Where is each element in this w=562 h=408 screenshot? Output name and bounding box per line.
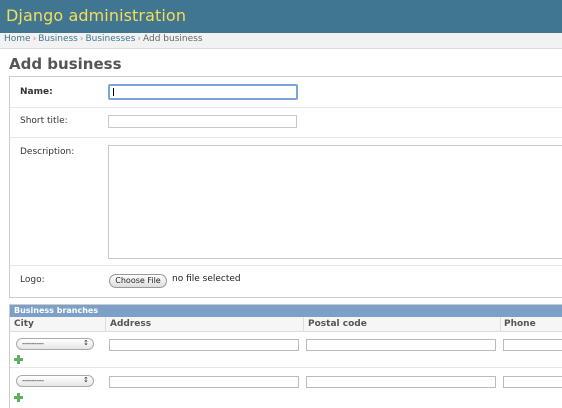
short-title-input[interactable] bbox=[108, 115, 297, 128]
name-input[interactable] bbox=[108, 84, 298, 100]
updown-arrows-icon: ↕ bbox=[83, 339, 89, 347]
address-input[interactable] bbox=[109, 376, 299, 388]
description-label: Description: bbox=[20, 147, 75, 157]
choose-file-button[interactable]: Choose File bbox=[109, 274, 167, 288]
plus-icon bbox=[14, 355, 23, 364]
breadcrumb-home-link[interactable]: Home bbox=[4, 34, 31, 44]
description-textarea[interactable] bbox=[108, 145, 562, 259]
short-title-label: Short title: bbox=[20, 116, 68, 126]
column-divider bbox=[303, 317, 304, 331]
add-row-button[interactable] bbox=[14, 355, 24, 365]
plus-icon bbox=[14, 393, 23, 402]
form-row-name: Name: bbox=[10, 77, 562, 108]
site-title[interactable]: Django administration bbox=[6, 6, 186, 25]
city-select[interactable]: --------- ↕ bbox=[16, 338, 94, 350]
business-branches-inline: Business branches City Address Postal co… bbox=[9, 304, 562, 408]
add-row-button[interactable] bbox=[14, 393, 24, 403]
column-header-phone: Phone bbox=[504, 319, 536, 329]
column-header-address: Address bbox=[110, 319, 152, 329]
postal-code-input[interactable] bbox=[306, 376, 496, 388]
breadcrumb-app-link[interactable]: Business bbox=[38, 34, 78, 44]
form-row-short-title: Short title: bbox=[10, 107, 562, 138]
text-caret bbox=[113, 88, 114, 96]
city-select-value: --------- bbox=[22, 339, 44, 348]
business-form-fieldset: Name: Short title: Description: Logo: Ch… bbox=[9, 76, 562, 298]
file-status-text: no file selected bbox=[172, 274, 241, 284]
table-row: --------- ↕ bbox=[10, 371, 562, 391]
breadcrumb-separator: › bbox=[79, 34, 84, 44]
breadcrumb-separator: › bbox=[137, 34, 142, 44]
name-label: Name: bbox=[20, 87, 53, 97]
breadcrumb-model-link[interactable]: Businesses bbox=[85, 34, 135, 44]
phone-input[interactable] bbox=[503, 339, 562, 351]
breadcrumb-current: Add business bbox=[143, 34, 203, 44]
city-select-value: --------- bbox=[22, 376, 44, 385]
breadcrumb: Home › Business › Businesses › Add business bbox=[0, 33, 562, 49]
row-divider bbox=[10, 367, 562, 368]
column-header-city: City bbox=[14, 319, 34, 329]
phone-input[interactable] bbox=[503, 376, 562, 388]
breadcrumb-separator: › bbox=[32, 34, 37, 44]
updown-arrows-icon: ↕ bbox=[83, 376, 89, 384]
city-select[interactable]: --------- ↕ bbox=[16, 375, 94, 387]
inline-table-header: City Address Postal code Phone bbox=[10, 317, 562, 332]
address-input[interactable] bbox=[109, 339, 299, 351]
inline-group-header: Business branches bbox=[10, 305, 562, 317]
postal-code-input[interactable] bbox=[306, 339, 496, 351]
inline-group-title: Business branches bbox=[14, 306, 99, 315]
site-header: Django administration bbox=[0, 0, 562, 34]
column-header-postal-code: Postal code bbox=[308, 319, 367, 329]
table-row: --------- ↕ bbox=[10, 334, 562, 354]
column-divider bbox=[105, 317, 106, 331]
column-divider bbox=[500, 317, 501, 331]
logo-label: Logo: bbox=[20, 275, 45, 285]
page-title: Add business bbox=[9, 55, 122, 73]
